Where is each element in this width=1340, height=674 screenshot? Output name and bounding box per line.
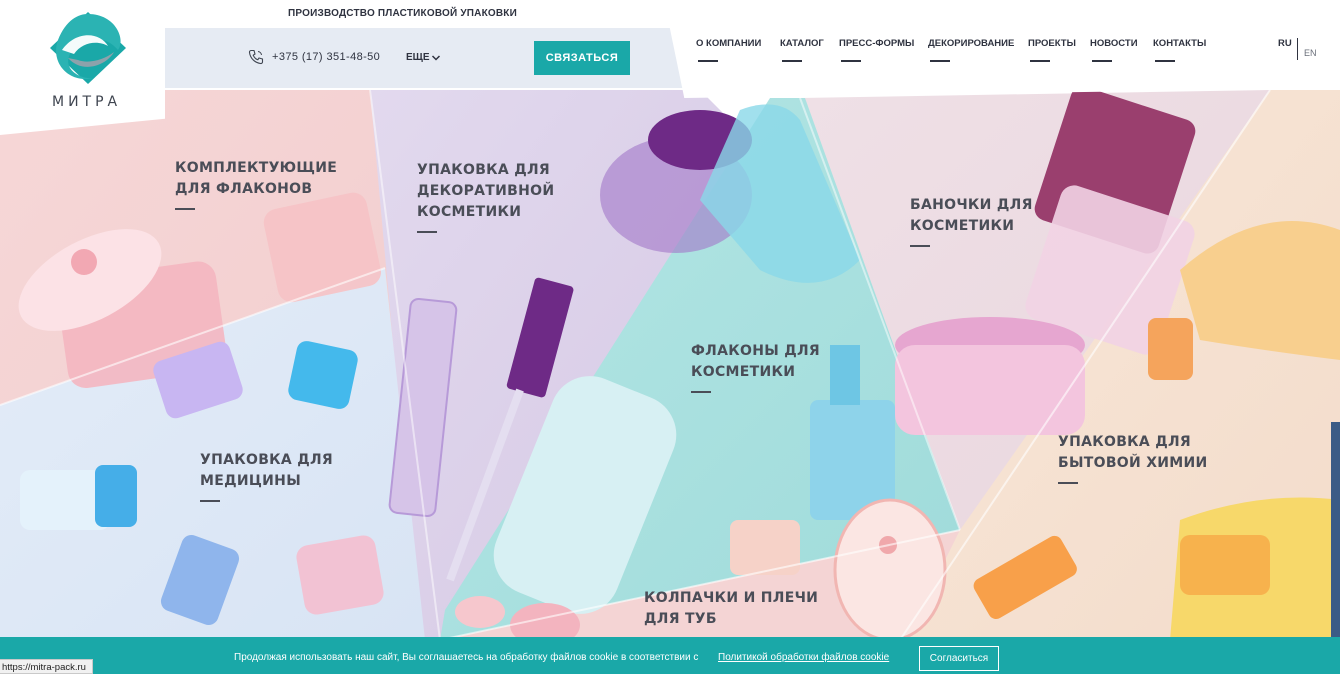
main-nav-panel bbox=[664, 0, 1340, 98]
nav-item-news[interactable]: НОВОСТИ bbox=[1090, 38, 1138, 62]
lang-ru[interactable]: RU bbox=[1278, 38, 1292, 49]
nav-underline bbox=[930, 60, 950, 62]
nav-underline bbox=[1155, 60, 1175, 62]
phone-number[interactable]: +375 (17) 351-48-50 bbox=[272, 51, 380, 63]
category-bottles-title: ФЛАКОНЫ ДЛЯ КОСМЕТИКИ bbox=[691, 343, 820, 380]
logo-area[interactable]: МИТРА bbox=[0, 0, 165, 135]
category-bottles[interactable]: ФЛАКОНЫ ДЛЯ КОСМЕТИКИ bbox=[691, 341, 820, 393]
category-tube-caps[interactable]: КОЛПАЧКИ И ПЛЕЧИ ДЛЯ ТУБ bbox=[644, 588, 818, 630]
nav-item-label: КОНТАКТЫ bbox=[1153, 38, 1207, 49]
nav-item-label: ПРЕСС-ФОРМЫ bbox=[839, 38, 915, 49]
contact-button[interactable]: СВЯЗАТЬСЯ bbox=[534, 41, 630, 75]
page: КОМПЛЕКТУЮЩИЕ ДЛЯ ФЛАКОНОВ УПАКОВКА ДЛЯ … bbox=[0, 0, 1340, 674]
nav-item-about[interactable]: О КОМПАНИИ bbox=[696, 38, 762, 62]
nav-item-molds[interactable]: ПРЕСС-ФОРМЫ bbox=[839, 38, 915, 62]
tagline: ПРОИЗВОДСТВО ПЛАСТИКОВОЙ УПАКОВКИ bbox=[288, 8, 517, 19]
nav-item-label: НОВОСТИ bbox=[1090, 38, 1138, 49]
cookie-accept-button[interactable]: Согласиться bbox=[919, 646, 999, 671]
nav-underline bbox=[841, 60, 861, 62]
category-tube-caps-title: КОЛПАЧКИ И ПЛЕЧИ ДЛЯ ТУБ bbox=[644, 590, 819, 627]
category-dash bbox=[1058, 482, 1078, 484]
status-bar-url: https://mitra-pack.ru bbox=[0, 659, 93, 674]
category-household-chemistry[interactable]: УПАКОВКА ДЛЯ БЫТОВОЙ ХИМИИ bbox=[1058, 432, 1208, 484]
lang-divider bbox=[1297, 38, 1298, 60]
nav-underline bbox=[1092, 60, 1112, 62]
category-components[interactable]: КОМПЛЕКТУЮЩИЕ ДЛЯ ФЛАКОНОВ bbox=[175, 158, 337, 210]
lang-en[interactable]: EN bbox=[1304, 48, 1317, 58]
category-household-chemistry-title: УПАКОВКА ДЛЯ БЫТОВОЙ ХИМИИ bbox=[1058, 434, 1208, 471]
category-dash bbox=[200, 500, 220, 502]
nav-item-decoration[interactable]: ДЕКОРИРОВАНИЕ bbox=[928, 38, 1015, 62]
window-edge bbox=[1331, 422, 1340, 642]
category-dash bbox=[417, 231, 437, 233]
nav-underline bbox=[782, 60, 802, 62]
nav-item-label: КАТАЛОГ bbox=[780, 38, 824, 49]
logo-icon bbox=[50, 12, 126, 84]
category-decorative[interactable]: УПАКОВКА ДЛЯ ДЕКОРАТИВНОЙ КОСМЕТИКИ bbox=[417, 160, 554, 233]
more-dropdown-label[interactable]: ЕЩЕ bbox=[406, 52, 430, 63]
nav-underline bbox=[698, 60, 718, 62]
nav-item-label: ПРОЕКТЫ bbox=[1028, 38, 1076, 49]
hero-mosaic bbox=[0, 86, 1340, 647]
phone-icon bbox=[248, 49, 264, 65]
category-jars[interactable]: БАНОЧКИ ДЛЯ КОСМЕТИКИ bbox=[910, 195, 1033, 247]
nav-item-label: ДЕКОРИРОВАНИЕ bbox=[928, 38, 1015, 49]
category-decorative-title: УПАКОВКА ДЛЯ ДЕКОРАТИВНОЙ КОСМЕТИКИ bbox=[417, 162, 555, 220]
nav-underline bbox=[1030, 60, 1050, 62]
category-jars-title: БАНОЧКИ ДЛЯ КОСМЕТИКИ bbox=[910, 197, 1033, 234]
category-medicine-title: УПАКОВКА ДЛЯ МЕДИЦИНЫ bbox=[200, 452, 333, 489]
chevron-down-icon[interactable] bbox=[431, 53, 441, 63]
nav-item-catalog[interactable]: КАТАЛОГ bbox=[780, 38, 824, 62]
category-components-title: КОМПЛЕКТУЮЩИЕ ДЛЯ ФЛАКОНОВ bbox=[175, 160, 338, 197]
category-dash bbox=[175, 208, 195, 210]
cookie-text: Продолжая использовать наш сайт, Вы согл… bbox=[234, 652, 699, 663]
category-dash bbox=[910, 245, 930, 247]
nav-item-contacts[interactable]: КОНТАКТЫ bbox=[1153, 38, 1207, 62]
nav-item-label: О КОМПАНИИ bbox=[696, 38, 762, 49]
category-dash bbox=[691, 391, 711, 393]
cookie-policy-link[interactable]: Политикой обработки файлов cookie bbox=[718, 652, 889, 663]
nav-item-projects[interactable]: ПРОЕКТЫ bbox=[1028, 38, 1076, 62]
category-medicine[interactable]: УПАКОВКА ДЛЯ МЕДИЦИНЫ bbox=[200, 450, 333, 502]
logo-text: МИТРА bbox=[52, 94, 122, 110]
